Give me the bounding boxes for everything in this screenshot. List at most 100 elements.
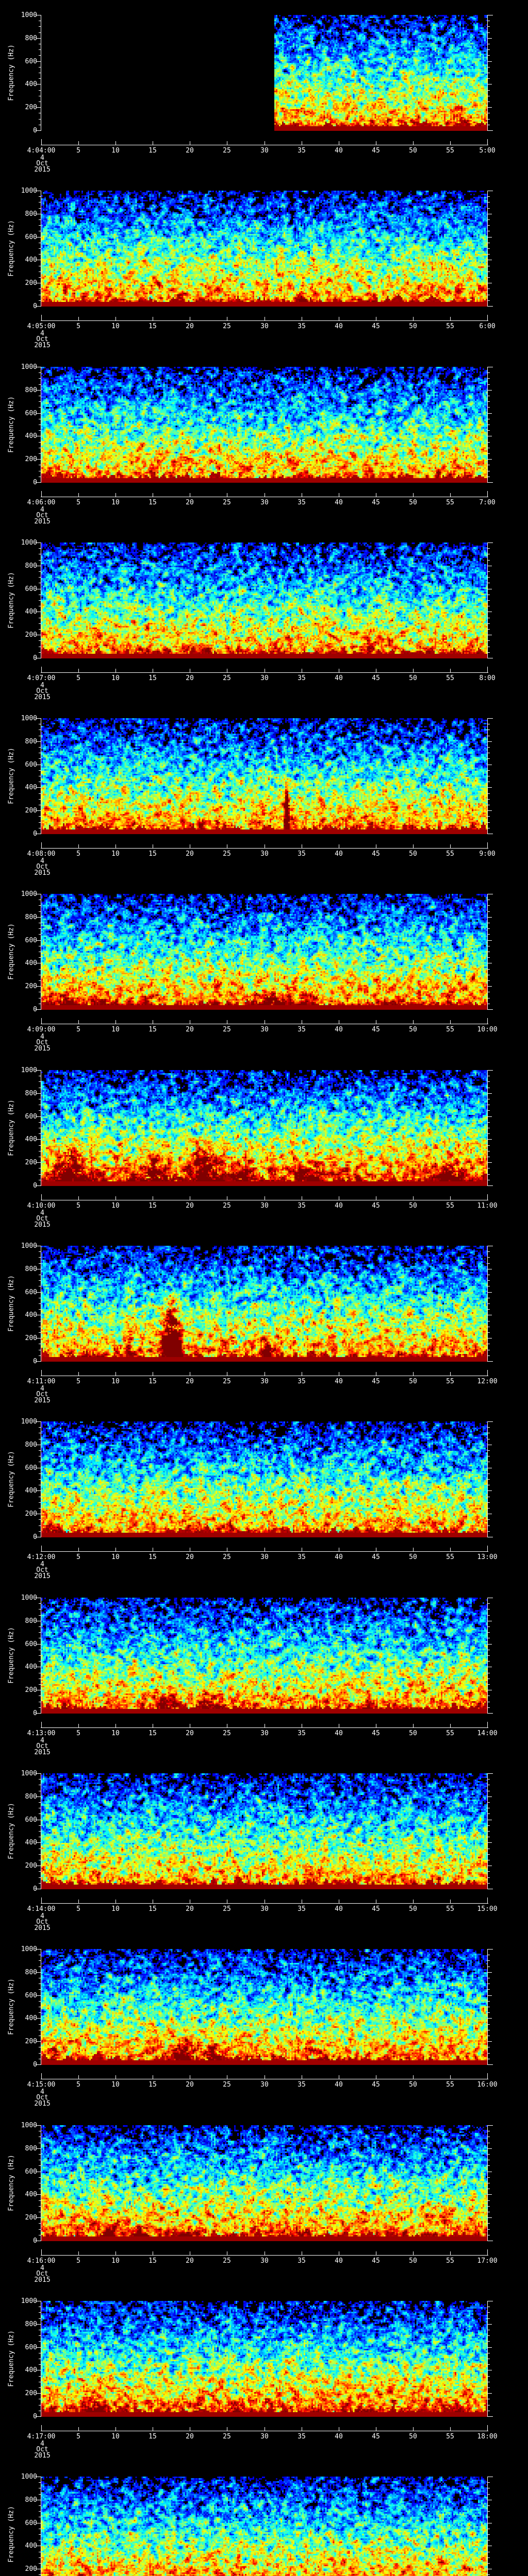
- y-tick-mark: [37, 1842, 41, 1843]
- x-axis-endcap: [41, 1546, 42, 1551]
- x-tick-label: 25: [223, 1730, 231, 1737]
- y-tick-mark: [39, 1280, 41, 1281]
- y-tick-mark: [39, 2229, 41, 2230]
- x-tick-label: 20: [186, 2081, 194, 2089]
- x-tick-mark: [413, 1020, 414, 1024]
- y-tick-label: 0: [33, 1533, 37, 1541]
- x-tick-label: 15: [148, 147, 157, 155]
- y-tick-mark: [39, 2200, 41, 2201]
- right-y-tick-mark: [488, 1949, 493, 1950]
- right-y-tick-mark: [488, 2018, 492, 2019]
- x-tick-label: 25: [223, 1553, 231, 1561]
- x-tick-label: 30: [260, 2257, 269, 2265]
- x-tick-label: 45: [372, 1905, 380, 1913]
- x-axis-line: [41, 1727, 488, 1728]
- y-tick-mark: [39, 2482, 41, 2483]
- y-tick-mark: [39, 430, 41, 431]
- spectrogram-panel: 0 200 400 600 800 1000 Frequency (Hz) 5 10 15 20 25…: [0, 1406, 528, 1582]
- right-y-tick-mark: [488, 934, 490, 935]
- right-y-tick-mark: [488, 718, 493, 719]
- x-axis-endcap: [487, 139, 488, 145]
- y-tick-mark: [37, 61, 41, 62]
- y-tick-label: 200: [25, 104, 37, 111]
- y-tick-mark: [39, 119, 41, 120]
- x-axis-endcap: [41, 1018, 42, 1024]
- y-tick-mark: [37, 787, 41, 788]
- end-time-label: 6:00: [479, 323, 496, 330]
- y-tick-mark: [39, 2012, 41, 2013]
- y-tick-mark: [39, 225, 41, 226]
- x-tick-mark: [450, 2427, 451, 2431]
- y-tick-mark: [39, 1508, 41, 1509]
- x-tick-label: 45: [372, 2433, 380, 2441]
- x-tick-label: 25: [223, 2433, 231, 2441]
- y-tick-mark: [37, 237, 41, 238]
- y-tick-mark: [39, 911, 41, 912]
- right-y-tick-mark: [488, 49, 490, 50]
- right-y-tick-mark: [488, 453, 490, 454]
- x-tick-label: 40: [335, 499, 343, 506]
- right-y-tick-mark: [488, 652, 490, 653]
- right-y-tick-mark: [488, 2194, 492, 2195]
- start-time-label: 4:05:00: [27, 323, 56, 330]
- y-tick-mark: [39, 1257, 41, 1258]
- x-tick-label: 35: [298, 1730, 306, 1737]
- x-tick-label: 20: [186, 499, 194, 506]
- x-tick-label: 50: [409, 1026, 417, 1033]
- x-axis-endcap: [487, 2249, 488, 2255]
- y-tick-label: 1000: [21, 1945, 37, 1953]
- x-tick-label: 5: [76, 674, 80, 682]
- y-tick-label: 200: [25, 807, 37, 815]
- right-y-tick-mark: [488, 248, 490, 249]
- right-y-tick-mark: [488, 1615, 490, 1616]
- right-y-tick-mark: [488, 577, 490, 578]
- x-axis-endcap: [41, 2073, 42, 2079]
- y-tick-mark: [39, 1831, 41, 1832]
- x-tick-label: 20: [186, 2433, 194, 2441]
- spectrogram-panel: 0 200 400 600 800 1000 Frequency (Hz) 5 10 15 20 25…: [0, 352, 528, 528]
- x-tick-label: 45: [372, 1553, 380, 1561]
- right-y-tick-mark: [488, 787, 492, 788]
- x-tick-label: 50: [409, 674, 417, 682]
- y-tick-label: 800: [25, 2320, 37, 2328]
- y-tick-mark: [39, 2335, 41, 2336]
- y-tick-mark: [37, 810, 41, 811]
- y-tick-mark: [37, 2347, 41, 2348]
- y-tick-label: 600: [25, 1640, 37, 1648]
- right-y-tick-mark: [488, 90, 490, 91]
- y-tick-mark: [39, 1877, 41, 1878]
- y-tick-label: 400: [25, 2366, 37, 2374]
- y-tick-label: 800: [25, 2145, 37, 2153]
- y-tick-label: 400: [25, 2542, 37, 2550]
- x-tick-label: 40: [335, 1026, 343, 1033]
- y-tick-label: 400: [25, 2191, 37, 2198]
- y-tick-label: 1000: [21, 1242, 37, 1250]
- right-y-tick-mark: [488, 2064, 493, 2065]
- x-tick-label: 15: [148, 1553, 157, 1561]
- right-y-tick-mark: [488, 2041, 492, 2042]
- y-tick-label: 0: [33, 1709, 37, 1717]
- date-year-label: 2015: [34, 1045, 51, 1053]
- x-tick-label: 5: [76, 1905, 80, 1913]
- y-tick-label: 200: [25, 455, 37, 463]
- y-tick-label: 200: [25, 1862, 37, 1870]
- x-tick-label: 35: [298, 1026, 306, 1033]
- x-tick-label: 5: [76, 147, 80, 155]
- right-y-tick-mark: [488, 1361, 493, 1362]
- x-axis-endcap: [487, 2073, 488, 2079]
- x-tick-label: 50: [409, 1905, 417, 1913]
- x-tick-label: 50: [409, 323, 417, 330]
- x-tick-label: 40: [335, 850, 343, 858]
- right-y-tick-mark: [488, 1989, 490, 1990]
- x-tick-label: 5: [76, 1378, 80, 1385]
- y-tick-label: 800: [25, 210, 37, 218]
- x-axis-endcap: [41, 842, 42, 848]
- right-y-tick-mark: [488, 101, 490, 102]
- y-tick-mark: [39, 2505, 41, 2506]
- y-tick-label: 0: [33, 654, 37, 662]
- y-tick-mark: [39, 1450, 41, 1451]
- y-tick-mark: [39, 2511, 41, 2512]
- x-tick-label: 35: [298, 2257, 306, 2265]
- y-tick-mark: [39, 1519, 41, 1520]
- x-tick-label: 5: [76, 1026, 80, 1033]
